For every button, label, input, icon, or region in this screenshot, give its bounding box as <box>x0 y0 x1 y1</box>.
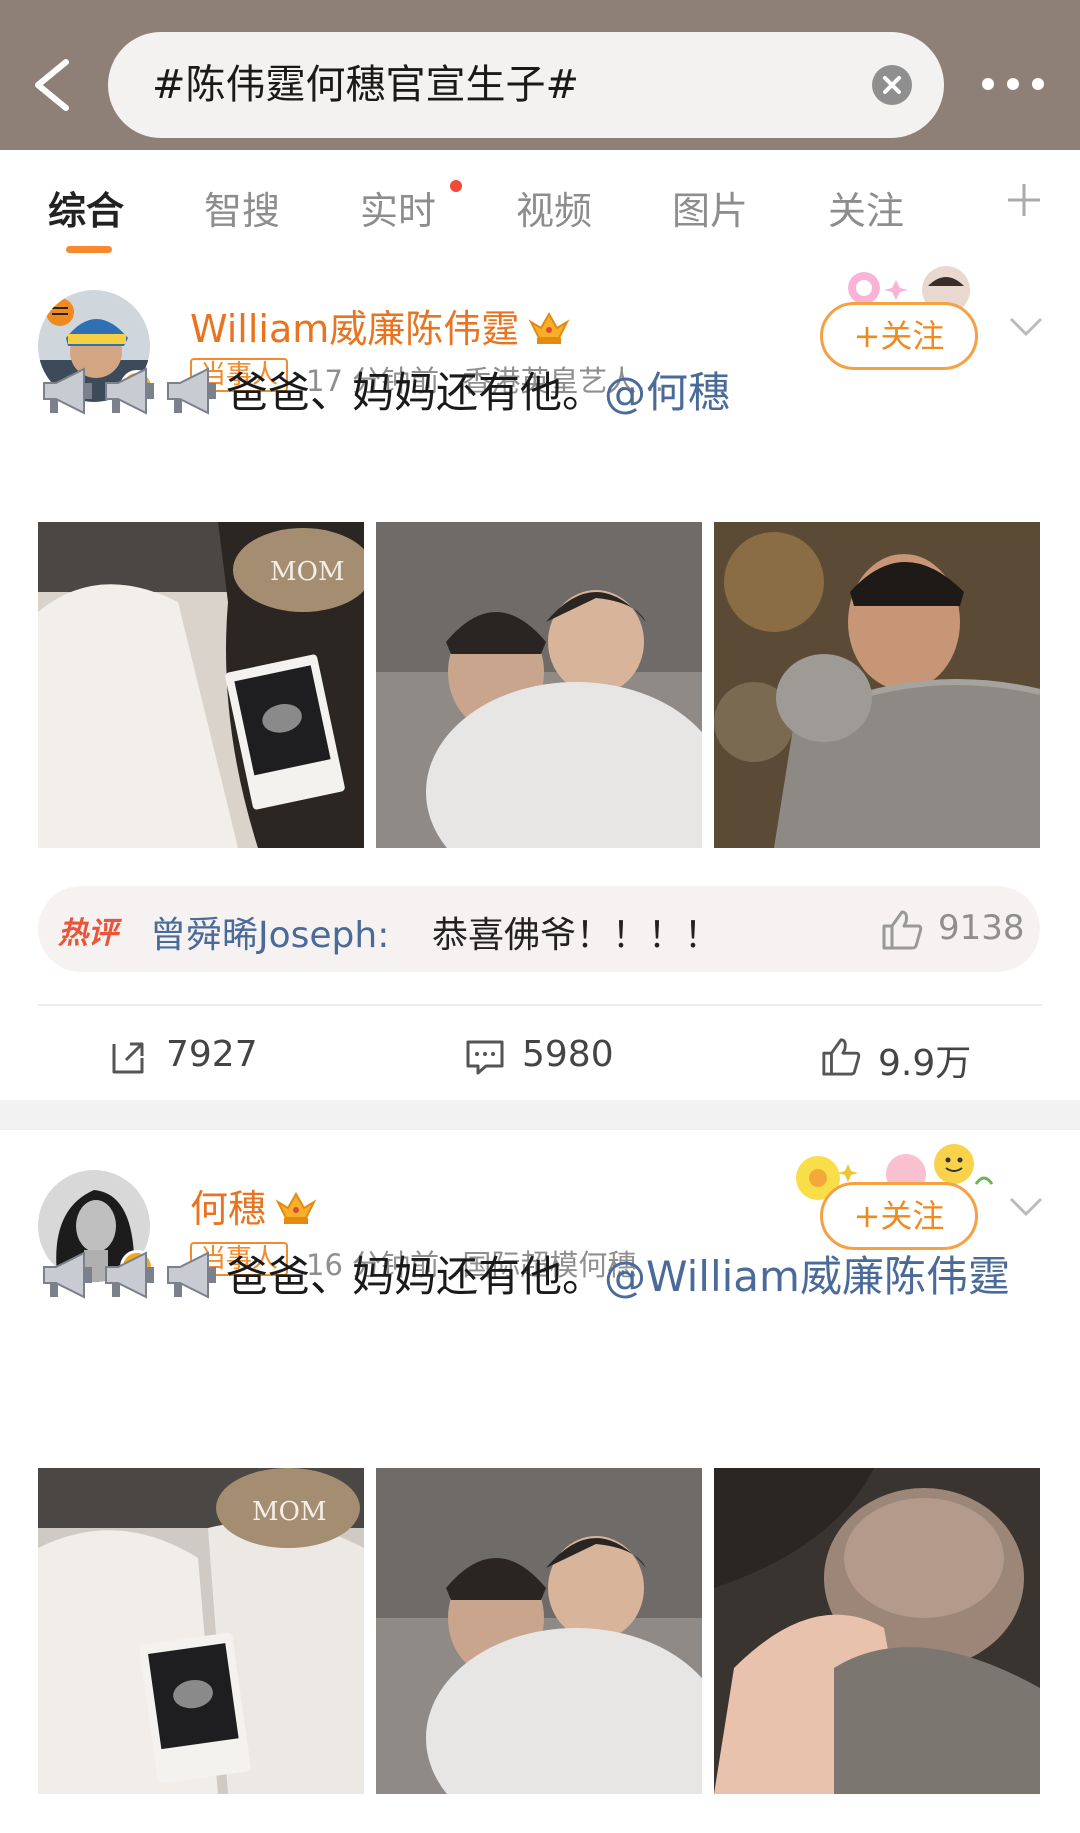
search-input[interactable]: #陈伟霆何穗官宣生子# <box>108 32 944 138</box>
search-header: #陈伟霆何穗官宣生子# <box>0 0 1080 150</box>
megaphone-icon <box>102 365 158 417</box>
clear-icon[interactable] <box>872 65 912 105</box>
megaphone-icon <box>40 1249 96 1301</box>
post-separator <box>0 1100 1080 1130</box>
post-text: 爸爸、妈妈还有他。 <box>226 368 605 417</box>
tab-smart-search[interactable]: 智搜 <box>204 180 280 235</box>
post-photo[interactable] <box>376 522 702 848</box>
chevron-down-icon[interactable] <box>1008 316 1044 338</box>
post-photo[interactable] <box>376 1468 702 1794</box>
post-card: 何穗 当事人 16 分钟前 国际超模何穗 +关注 爸爸、妈妈还有他。@Willi… <box>0 1130 1080 1833</box>
hot-comment-text: 恭喜佛爷！！！！ <box>432 915 721 956</box>
back-arrow-icon[interactable] <box>24 50 84 120</box>
hot-comment[interactable]: 热评 曾舜晞Joseph: 恭喜佛爷！！！！ 9138 <box>38 886 1040 972</box>
megaphone-icon <box>40 365 96 417</box>
hot-comment-user[interactable]: 曾舜晞Joseph: <box>150 906 389 958</box>
repost-button[interactable]: 7927 <box>108 1026 308 1086</box>
search-query: #陈伟霆何穗官宣生子# <box>152 62 580 108</box>
user-name-text: William威廉陈伟霆 <box>190 307 520 351</box>
post-photo[interactable] <box>714 522 1040 848</box>
chevron-down-icon[interactable] <box>1008 1196 1044 1218</box>
crown-icon <box>527 308 571 348</box>
notification-dot <box>450 180 462 192</box>
tab-video[interactable]: 视频 <box>516 180 592 235</box>
megaphone-icon <box>164 365 220 417</box>
user-name-text: 何穗 <box>190 1187 267 1231</box>
svg-text:MOM: MOM <box>270 557 345 587</box>
mention-link[interactable]: @William威廉陈伟霆 <box>604 1252 1010 1301</box>
active-tab-indicator <box>66 246 112 253</box>
hot-comment-likes: 9138 <box>938 908 1025 948</box>
post-photo[interactable]: MOM <box>38 1468 364 1794</box>
comment-icon <box>464 1036 506 1076</box>
mention-link[interactable]: @何穗 <box>604 368 730 417</box>
hot-comment-tag: 热评 <box>58 916 118 951</box>
repost-count: 7927 <box>166 1034 258 1075</box>
post-body: 爸爸、妈妈还有他。@何穗 <box>40 360 1040 426</box>
repost-icon <box>108 1036 150 1076</box>
megaphone-icon <box>102 1249 158 1301</box>
like-count: 9.9万 <box>878 1043 972 1084</box>
tab-bar: 综合 智搜 实时 视频 图片 关注 <box>0 150 1080 262</box>
megaphone-icon <box>164 1249 220 1301</box>
post-text: 爸爸、妈妈还有他。 <box>226 1252 605 1301</box>
tab-realtime[interactable]: 实时 <box>360 180 436 235</box>
post-photo[interactable] <box>714 1468 1040 1794</box>
thumb-up-icon <box>820 1036 862 1076</box>
crown-icon <box>274 1188 318 1228</box>
thumb-up-icon[interactable] <box>880 908 924 950</box>
user-name[interactable]: 何穗 <box>190 1178 318 1233</box>
tab-images[interactable]: 图片 <box>672 180 748 235</box>
more-icon[interactable] <box>978 66 1048 102</box>
tab-following[interactable]: 关注 <box>828 180 904 235</box>
plus-icon[interactable] <box>1004 180 1044 220</box>
post-photo[interactable]: MOM <box>38 522 364 848</box>
comment-count: 5980 <box>522 1034 614 1075</box>
svg-text:MOM: MOM <box>252 1497 327 1527</box>
post-body: 爸爸、妈妈还有他。@William威廉陈伟霆 <box>40 1244 1040 1310</box>
like-button[interactable]: 9.9万 <box>820 1026 1020 1086</box>
comment-button[interactable]: 5980 <box>464 1026 664 1086</box>
divider <box>38 1004 1042 1006</box>
user-name[interactable]: William威廉陈伟霆 <box>190 298 571 353</box>
tab-comprehensive[interactable]: 综合 <box>48 180 124 235</box>
follow-button[interactable]: +关注 <box>820 1182 978 1250</box>
